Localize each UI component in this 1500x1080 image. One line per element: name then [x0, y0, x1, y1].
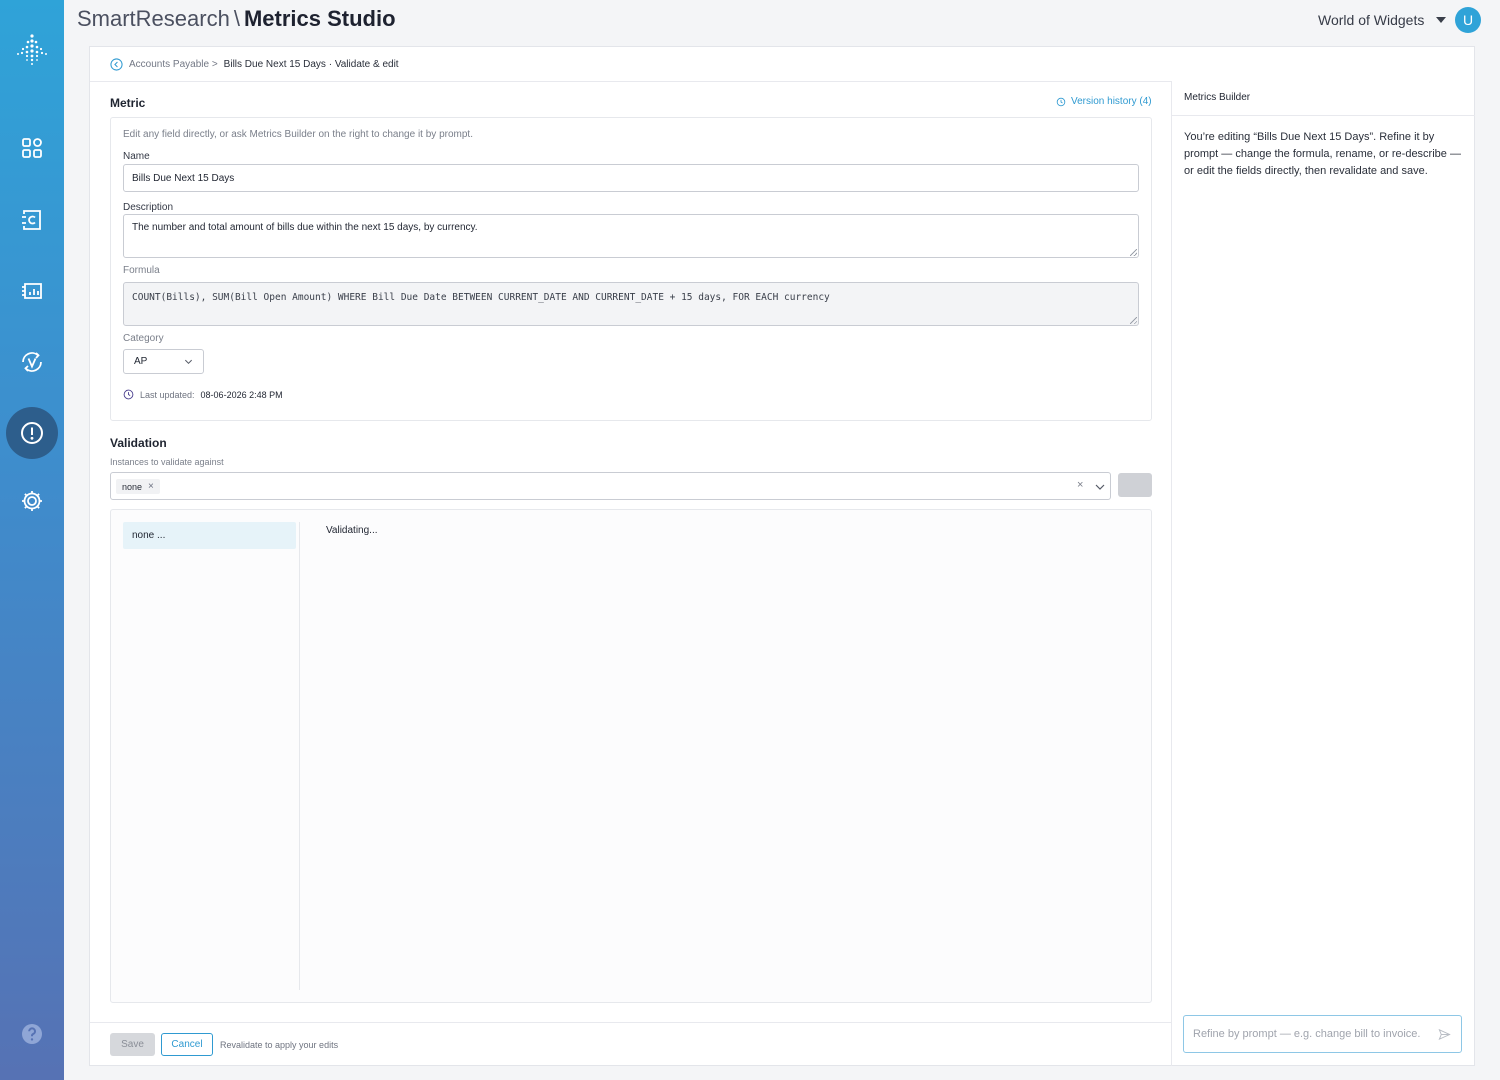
- history-icon: [1056, 97, 1066, 106]
- settings-gear-icon[interactable]: [0, 475, 64, 527]
- formula-textarea[interactable]: COUNT(Bills), SUM(Bill Open Amount) WHER…: [123, 282, 1139, 326]
- user-avatar[interactable]: U: [1455, 7, 1481, 33]
- instance-chip: none ×: [116, 479, 160, 494]
- validation-results: none ... Validating...: [110, 509, 1152, 1003]
- metric-hint: Edit any field directly, or ask Metrics …: [123, 129, 473, 140]
- footer-hint: Revalidate to apply your edits: [220, 1040, 339, 1050]
- results-divider: [299, 522, 300, 990]
- metrics-nav-icon[interactable]: [6, 407, 58, 459]
- chevron-down-icon: [184, 359, 193, 365]
- validate-nav-icon[interactable]: [0, 336, 64, 388]
- result-list-item[interactable]: none ...: [123, 522, 296, 549]
- version-history-link[interactable]: Version history (4): [1056, 96, 1152, 107]
- reports-nav-icon[interactable]: [0, 265, 64, 317]
- category-select[interactable]: AP: [123, 349, 204, 374]
- caret-down-icon: [1436, 17, 1447, 23]
- last-updated-value: 08-06-2026 2:48 PM: [200, 389, 283, 400]
- footer-divider: [90, 1022, 1171, 1023]
- clock-icon: [123, 389, 134, 400]
- cancel-button[interactable]: Cancel: [161, 1033, 213, 1056]
- builder-divider: [1172, 115, 1475, 116]
- clear-selection-icon[interactable]: ×: [1077, 479, 1083, 491]
- metric-form: Edit any field directly, or ask Metrics …: [110, 117, 1152, 421]
- resize-grip-icon[interactable]: [1130, 317, 1137, 324]
- app-title: SmartResearch \ Metrics Studio: [77, 6, 396, 32]
- panel-divider: [1171, 81, 1172, 1066]
- version-history-label: Version history (4): [1071, 96, 1152, 107]
- last-updated-label: Last updated:: [140, 389, 195, 400]
- brand-name: SmartResearch: [77, 6, 230, 31]
- product-name: Metrics Studio: [243, 6, 396, 31]
- breadcrumb-current: Bills Due Next 15 Days · Validate & edit: [223, 58, 399, 70]
- app-logo-icon[interactable]: [12, 30, 52, 70]
- name-label: Name: [123, 151, 150, 162]
- instance-chip-label: none: [122, 481, 143, 492]
- top-bar: SmartResearch \ Metrics Studio World of Wi…: [64, 0, 1500, 40]
- builder-message: You’re editing “Bills Due Next 15 Days”.…: [1184, 131, 1461, 177]
- send-icon[interactable]: [1438, 1028, 1451, 1041]
- title-separator: \: [233, 6, 240, 31]
- metric-section-title: Metric: [110, 96, 146, 110]
- catalog-nav-icon[interactable]: [0, 194, 64, 246]
- header-divider: [90, 81, 1171, 82]
- formula-label: Formula: [123, 265, 160, 276]
- metric-editor-card: Accounts Payable > Bills Due Next 15 Day…: [89, 46, 1475, 1066]
- category-label: Category: [123, 333, 164, 344]
- breadcrumb-parent[interactable]: Accounts Payable >: [129, 59, 218, 70]
- resize-grip-icon[interactable]: [1130, 249, 1137, 256]
- help-icon[interactable]: [20, 1022, 44, 1046]
- validation-status: Validating...: [326, 525, 378, 536]
- prompt-box: [1183, 1015, 1462, 1053]
- description-textarea[interactable]: The number and total amount of bills due…: [123, 214, 1139, 258]
- instances-label: Instances to validate against: [110, 457, 224, 467]
- name-input[interactable]: [123, 164, 1139, 192]
- last-updated: Last updated: 08-06-2026 2:48 PM: [123, 389, 283, 400]
- category-value: AP: [134, 356, 148, 367]
- left-rail: [0, 0, 64, 1080]
- workspace-switcher[interactable]: World of Widgets: [1318, 12, 1447, 28]
- dashboard-nav-icon[interactable]: [0, 122, 64, 174]
- breadcrumb: Accounts Payable > Bills Due Next 15 Day…: [110, 57, 399, 71]
- run-validation-button[interactable]: [1118, 473, 1152, 497]
- prompt-input[interactable]: [1193, 1026, 1433, 1042]
- chip-remove-icon[interactable]: ×: [148, 481, 154, 492]
- description-label: Description: [123, 202, 174, 213]
- back-arrow-icon[interactable]: [110, 57, 123, 71]
- builder-title: Metrics Builder: [1184, 92, 1251, 103]
- save-button[interactable]: Save: [110, 1033, 155, 1056]
- description-wrapper: The number and total amount of bills due…: [123, 214, 1139, 258]
- workspace-name: World of Widgets: [1318, 12, 1425, 28]
- chevron-down-icon[interactable]: [1094, 481, 1106, 493]
- formula-wrapper: COUNT(Bills), SUM(Bill Open Amount) WHER…: [123, 282, 1139, 326]
- instances-multiselect[interactable]: none × ×: [110, 472, 1111, 500]
- validation-section-title: Validation: [110, 436, 167, 450]
